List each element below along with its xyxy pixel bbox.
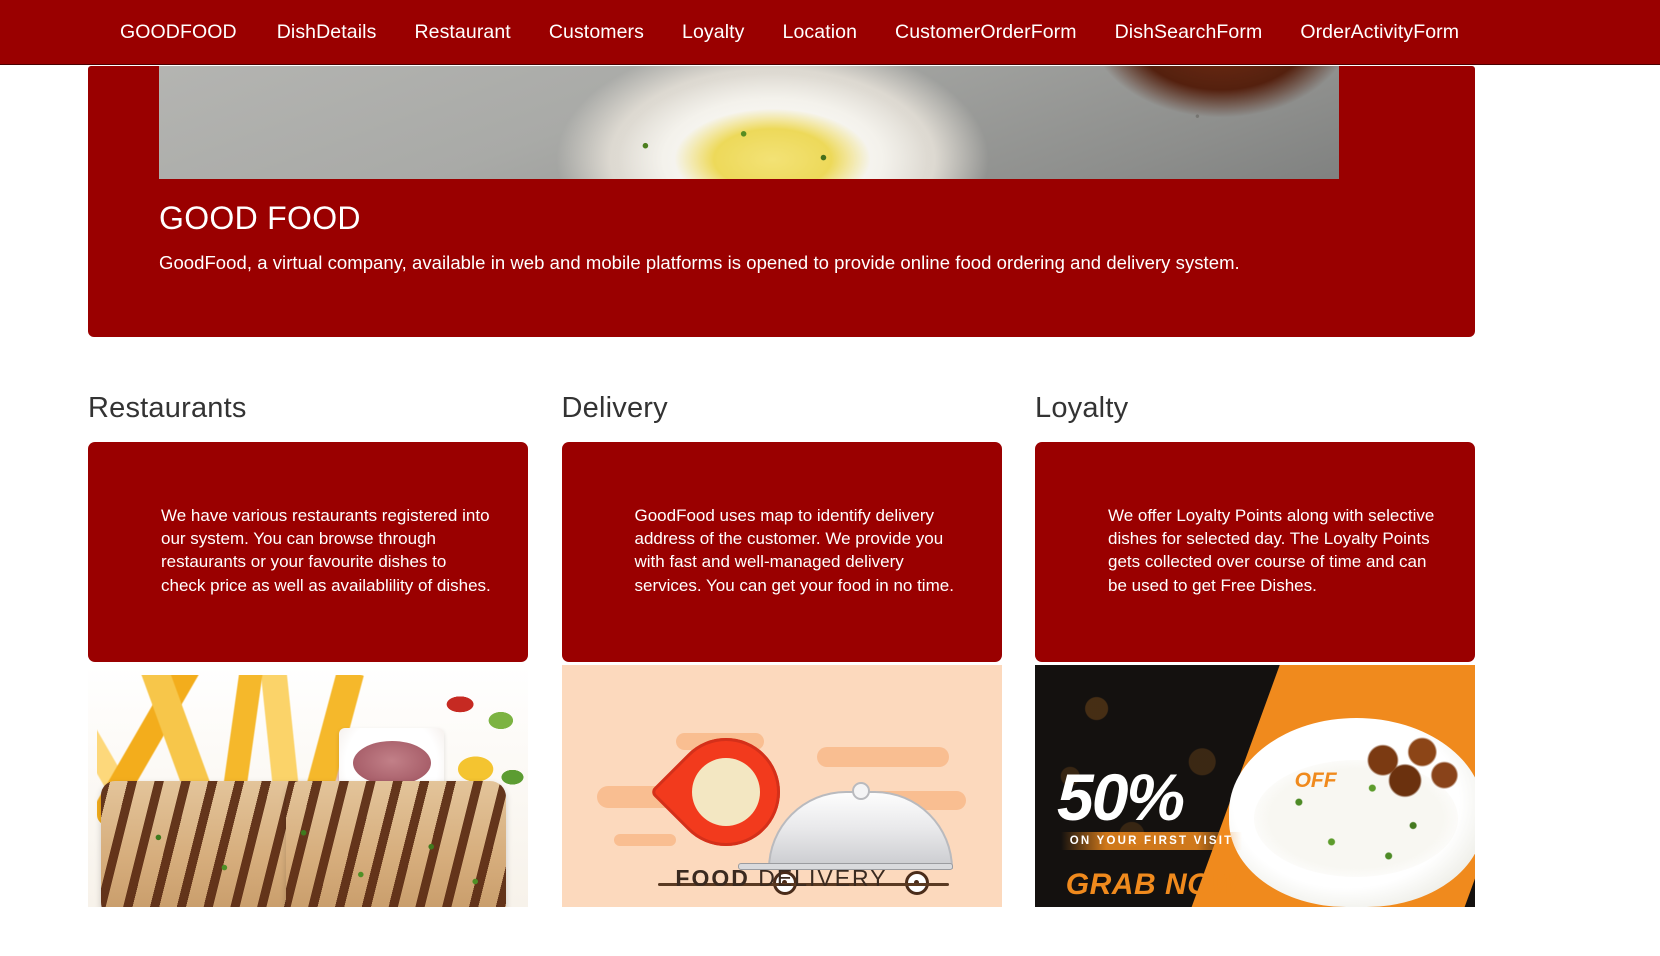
nav-item-customers[interactable]: Customers: [549, 21, 644, 44]
background-blob: [614, 834, 676, 847]
nav-item-dishdetails[interactable]: DishDetails: [277, 21, 377, 44]
nav-item-restaurant[interactable]: Restaurant: [414, 21, 510, 44]
feature-column-restaurants: Restaurants We have various restaurants …: [88, 392, 528, 956]
nav-item-customerorderform[interactable]: CustomerOrderForm: [895, 21, 1077, 44]
feature-image-delivery: FOOD DELIVERY: [561, 665, 1002, 907]
herb-garnish-graphic: [88, 790, 528, 907]
delivery-label-food: FOOD: [675, 865, 750, 892]
feature-text-loyalty: We offer Loyalty Points along with selec…: [1108, 506, 1435, 595]
feature-heading-delivery: Delivery: [561, 392, 668, 424]
delivery-label-delivery: DELIVERY: [758, 865, 888, 892]
feature-image-loyalty: 50% OFF ON YOUR FIRST VISIT GRAB NOW: [1035, 665, 1475, 907]
feature-heading-loyalty: Loyalty: [1035, 392, 1129, 424]
nav-item-dishsearchform[interactable]: DishSearchForm: [1115, 21, 1263, 44]
hero-food-photo: [159, 66, 1339, 179]
promo-food-bowl: [1228, 718, 1475, 907]
feature-column-loyalty: Loyalty We offer Loyalty Points along wi…: [1035, 392, 1475, 956]
nav-item-loyalty[interactable]: Loyalty: [682, 21, 745, 44]
delivery-illustration: FOOD DELIVERY: [561, 665, 1002, 907]
feature-card-loyalty: We offer Loyalty Points along with selec…: [1035, 442, 1475, 662]
promo-chicken-graphic: [1346, 733, 1469, 802]
page-title: GOOD FOOD: [159, 200, 361, 236]
main-navbar: GOODFOOD DishDetails Restaurant Customer…: [0, 0, 1660, 65]
restaurant-food-photo: [88, 665, 528, 907]
feature-card-restaurants: We have various restaurants registered i…: [88, 442, 528, 662]
promo-condition-text: ON YOUR FIRST VISIT: [1061, 831, 1242, 850]
features-section: Restaurants We have various restaurants …: [88, 392, 1475, 956]
delivery-illustration-label: FOOD DELIVERY: [562, 865, 1002, 892]
background-blob: [816, 747, 949, 767]
feature-text-delivery: GoodFood uses map to identify delivery a…: [634, 506, 954, 595]
feature-text-restaurants: We have various restaurants registered i…: [161, 506, 491, 595]
loyalty-promo-banner: 50% OFF ON YOUR FIRST VISIT GRAB NOW: [1035, 665, 1475, 907]
promo-discount-value: 50%: [1057, 760, 1185, 835]
hero-banner: GOOD FOOD GoodFood, a virtual company, a…: [88, 66, 1475, 337]
feature-column-delivery: Delivery GoodFood uses map to identify d…: [561, 392, 1002, 956]
promo-cta-text: GRAB NOW: [1065, 868, 1240, 902]
promo-off-label: OFF: [1294, 769, 1337, 793]
feature-card-delivery: GoodFood uses map to identify delivery a…: [561, 442, 1002, 662]
cloche-knob-icon: [851, 781, 870, 800]
hero-photo-herbs: [583, 116, 891, 179]
hero-image: [159, 66, 1339, 179]
feature-heading-restaurants: Restaurants: [88, 392, 247, 424]
hero-description: GoodFood, a virtual company, available i…: [159, 252, 1240, 273]
nav-item-goodfood[interactable]: GOODFOOD: [120, 21, 237, 44]
nav-item-location[interactable]: Location: [783, 21, 858, 44]
feature-image-restaurants: [88, 665, 528, 907]
nav-item-orderactivityform[interactable]: OrderActivityForm: [1300, 21, 1459, 44]
